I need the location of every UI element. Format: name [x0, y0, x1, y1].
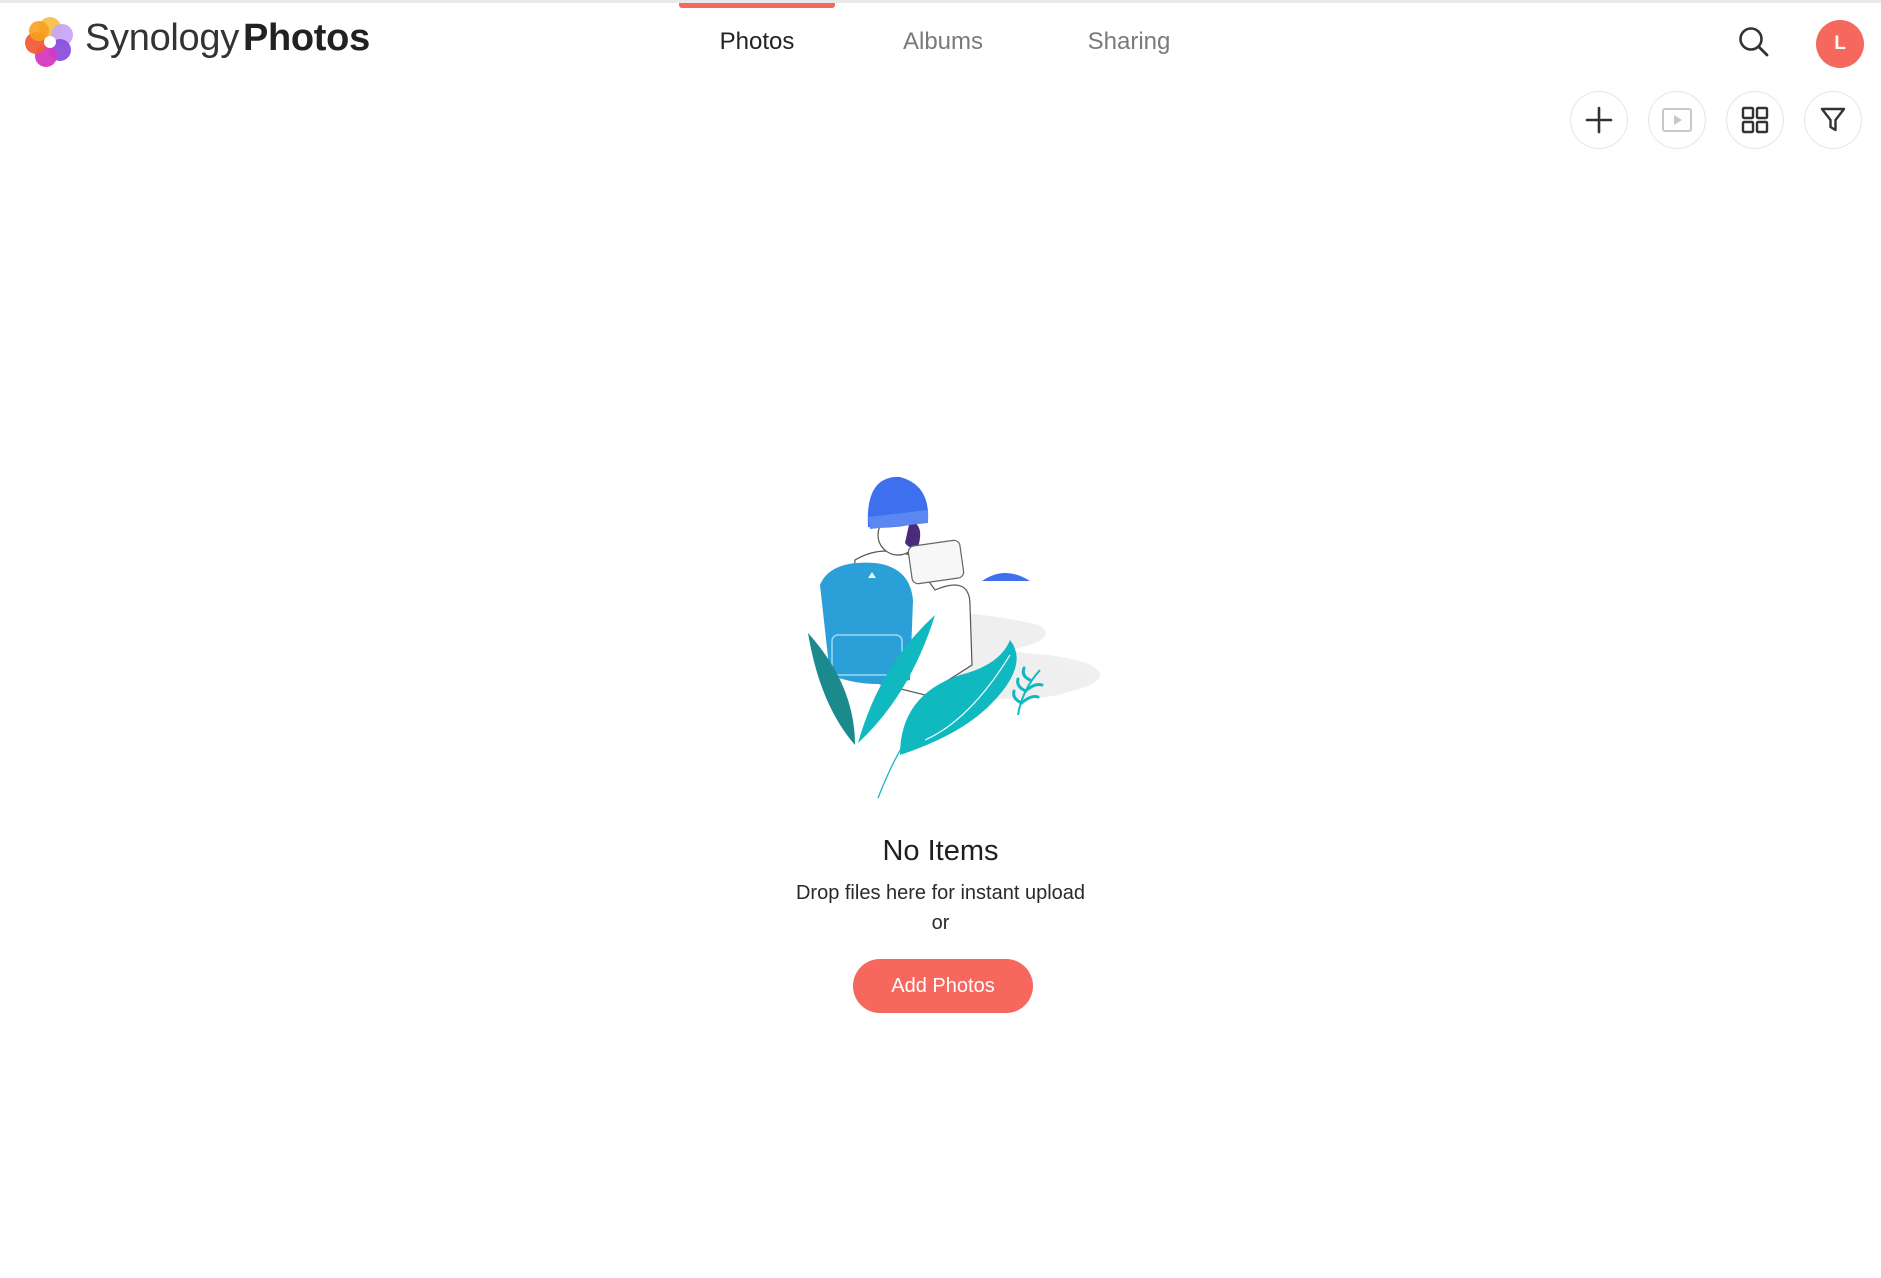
- brand-name-light: Synology: [85, 17, 239, 59]
- slideshow-button[interactable]: [1648, 91, 1706, 149]
- slideshow-icon: [1662, 108, 1692, 132]
- empty-state-illustration: [808, 476, 1100, 799]
- tab-sharing-label: Sharing: [1087, 28, 1171, 55]
- search-icon: [1739, 27, 1769, 57]
- grid-view-button[interactable]: [1726, 91, 1784, 149]
- synology-photos-logo-icon: [25, 17, 73, 67]
- empty-state-subtitle: Drop files here for instant upload: [795, 882, 1086, 904]
- tab-photos-label: Photos: [719, 28, 795, 55]
- empty-state-title: No Items: [882, 835, 999, 867]
- brand-name-bold: Photos: [242, 17, 370, 59]
- app-brand: Synology Photos: [85, 17, 370, 67]
- plus-icon: [1585, 106, 1613, 134]
- tab-albums-label: Albums: [902, 28, 984, 55]
- grid-view-icon: [1741, 106, 1769, 134]
- add-photos-button[interactable]: Add Photos: [853, 959, 1033, 1013]
- user-avatar[interactable]: L: [1816, 20, 1864, 68]
- filter-icon: [1820, 107, 1846, 132]
- tab-photos[interactable]: Photos: [679, 3, 835, 81]
- add-button[interactable]: [1570, 91, 1628, 149]
- filter-button[interactable]: [1804, 91, 1862, 149]
- search-button[interactable]: [1734, 22, 1774, 62]
- tab-sharing[interactable]: Sharing: [1051, 3, 1207, 81]
- app-header: Synology Photos Photos Albums Sharing L: [0, 3, 1881, 81]
- tab-albums[interactable]: Albums: [865, 3, 1021, 81]
- empty-state-or: or: [931, 912, 950, 934]
